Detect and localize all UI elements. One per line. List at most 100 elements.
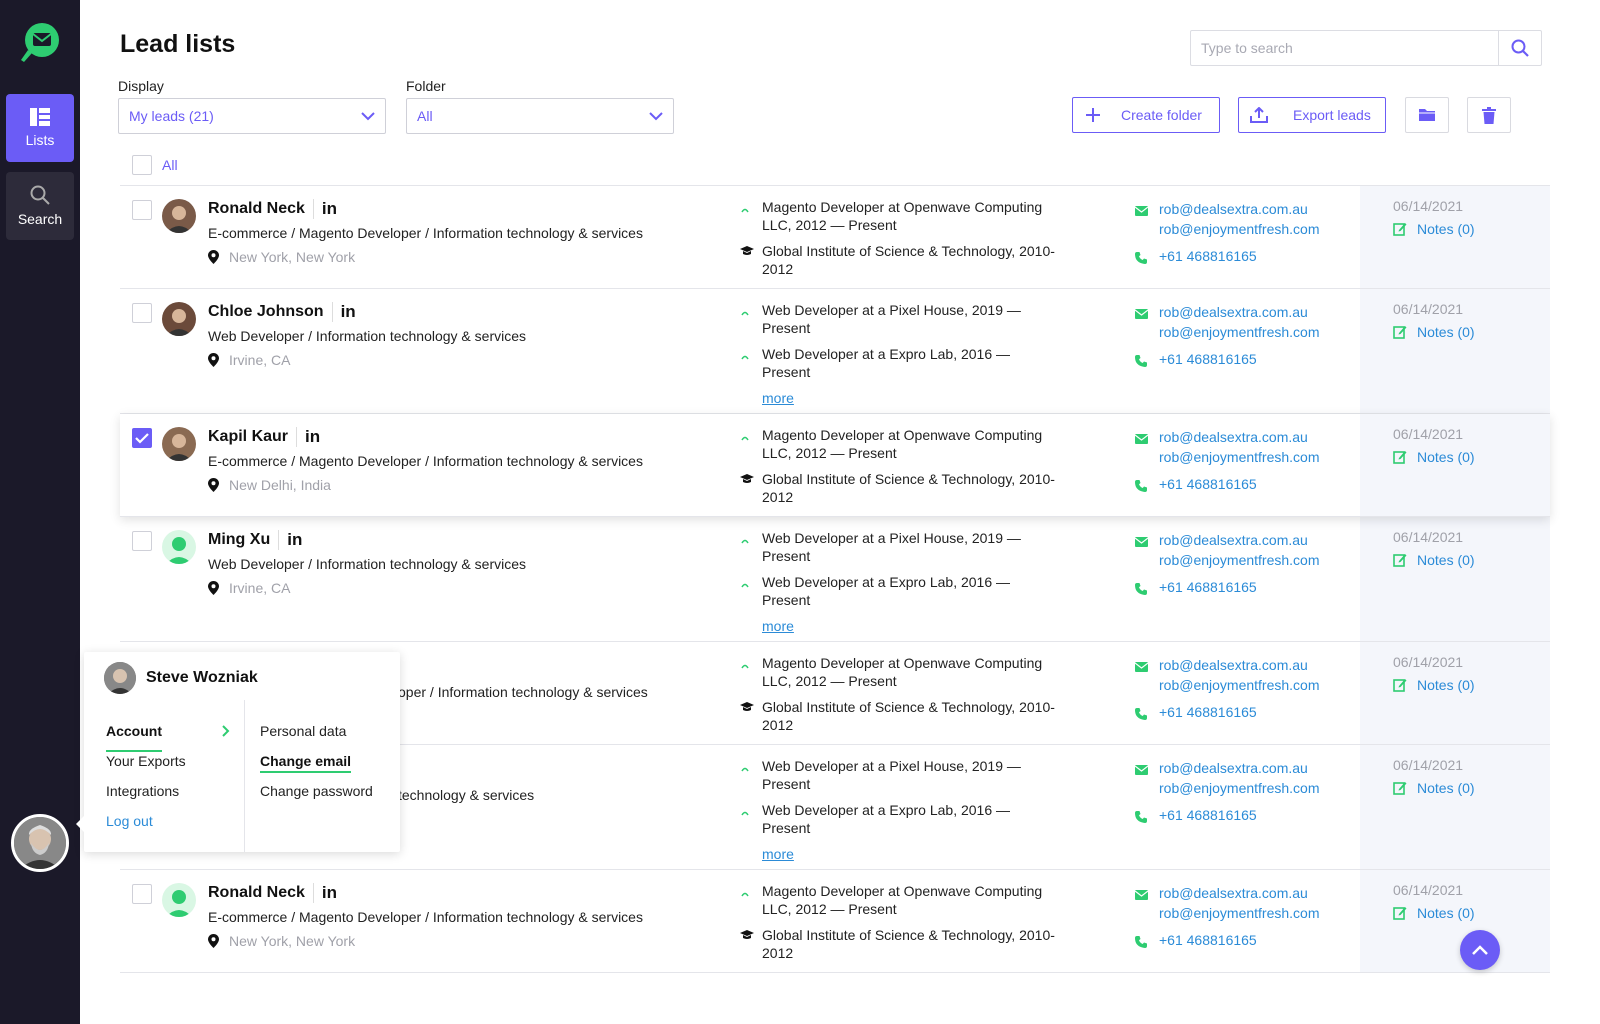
notes-link[interactable]: Notes (0) (1393, 449, 1475, 465)
scroll-to-top-button[interactable] (1460, 930, 1500, 970)
select-all-label[interactable]: All (162, 157, 178, 173)
menu-item-log-out[interactable]: Log out (106, 812, 230, 842)
more-link[interactable]: more (762, 618, 794, 634)
display-select[interactable]: My leads (21) (118, 98, 386, 134)
lead-contact: rob@dealsextra.com.au rob@enjoymentfresh.… (1134, 758, 1320, 825)
trash-icon (1482, 106, 1496, 124)
popup-caret (76, 816, 84, 832)
email-link[interactable]: rob@dealsextra.com.au (1159, 883, 1320, 903)
search-button[interactable] (1498, 31, 1541, 65)
lead-avatar (162, 302, 196, 336)
notes-link[interactable]: Notes (0) (1393, 552, 1475, 568)
experience-item: Web Developer at a Expro Lab, 2016 — Pre… (740, 345, 1060, 381)
lead-experience: Magento Developer at Openwave Computing … (740, 882, 1060, 970)
email-link[interactable]: rob@dealsextra.com.au (1159, 530, 1320, 550)
lead-name-row: Ming Xu in (208, 530, 302, 550)
notes-link[interactable]: Notes (0) (1393, 905, 1475, 921)
lead-date: 06/14/2021 (1393, 882, 1464, 898)
more-link[interactable]: more (762, 390, 794, 406)
export-leads-button[interactable]: Export leads (1238, 97, 1386, 133)
phone-link[interactable]: +61 468816165 (1159, 476, 1257, 492)
app-logo[interactable] (18, 20, 62, 64)
linkedin-icon[interactable]: in (312, 883, 337, 903)
move-to-folder-button[interactable] (1405, 97, 1449, 133)
email-link[interactable]: rob@enjoymentfresh.com (1159, 447, 1320, 467)
phone-link[interactable]: +61 468816165 (1159, 579, 1257, 595)
lead-checkbox[interactable] (132, 531, 152, 551)
lead-checkbox[interactable] (132, 428, 152, 448)
experience-text: Web Developer at a Pixel House, 2019 — P… (762, 758, 1021, 792)
email-link[interactable]: rob@enjoymentfresh.com (1159, 322, 1320, 342)
app-root: Lists Search Lead lists Type to search D… (0, 0, 1600, 1024)
job-icon (740, 346, 750, 364)
lead-name[interactable]: Ronald Neck (208, 200, 305, 218)
menu-item-account[interactable]: Account (106, 722, 230, 752)
email-link[interactable]: rob@enjoymentfresh.com (1159, 778, 1320, 798)
phone-link[interactable]: +61 468816165 (1159, 807, 1257, 823)
account-menu: Steve Wozniak Account Your Exports Integ… (76, 652, 400, 852)
lead-checkbox[interactable] (132, 884, 152, 904)
email-link[interactable]: rob@enjoymentfresh.com (1159, 550, 1320, 570)
delete-button[interactable] (1467, 97, 1511, 133)
more-link[interactable]: more (762, 846, 794, 862)
email-link[interactable]: rob@enjoymentfresh.com (1159, 675, 1320, 695)
lead-meta: 06/14/2021 Notes (0) (1360, 517, 1550, 641)
lead-row[interactable]: Ronald Neck in E-commerce / Magento Develo… (120, 186, 1550, 289)
email-link[interactable]: rob@dealsextra.com.au (1159, 199, 1320, 219)
phone-link[interactable]: +61 468816165 (1159, 248, 1257, 264)
search-input[interactable] (1191, 31, 1498, 65)
lead-row[interactable]: Kapil Kaur in E-commerce / Magento Develop… (120, 414, 1550, 517)
submenu-item-change-password[interactable]: Change password (260, 782, 373, 812)
lead-experience: Magento Developer at Openwave Computing … (740, 426, 1060, 514)
lead-name[interactable]: Kapil Kaur (208, 428, 288, 446)
linkedin-icon[interactable]: in (278, 530, 302, 550)
lead-location-text: Irvine, CA (229, 352, 291, 368)
lead-location-text: New Delhi, India (229, 477, 331, 493)
job-icon (740, 883, 750, 901)
email-link[interactable]: rob@dealsextra.com.au (1159, 758, 1320, 778)
email-link[interactable]: rob@enjoymentfresh.com (1159, 903, 1320, 923)
email-link[interactable]: rob@enjoymentfresh.com (1159, 219, 1320, 239)
create-folder-button[interactable]: Create folder (1072, 97, 1220, 133)
folder-select[interactable]: All (406, 98, 674, 134)
linkedin-icon[interactable]: in (312, 199, 337, 219)
lead-name[interactable]: Chloe Johnson (208, 303, 324, 321)
experience-text: Global Institute of Science & Technology… (762, 927, 1055, 961)
phone-icon (1135, 933, 1147, 953)
linkedin-icon[interactable]: in (296, 427, 320, 447)
phone-link[interactable]: +61 468816165 (1159, 704, 1257, 720)
lead-name[interactable]: Ming Xu (208, 531, 270, 549)
menu-item-your-exports[interactable]: Your Exports (106, 752, 230, 782)
select-all-checkbox[interactable] (132, 155, 152, 175)
lead-meta: 06/14/2021 Notes (0) (1360, 186, 1550, 288)
phone-link[interactable]: +61 468816165 (1159, 351, 1257, 367)
notes-link[interactable]: Notes (0) (1393, 221, 1475, 237)
linkedin-icon[interactable]: in (331, 302, 356, 322)
lead-checkbox[interactable] (132, 303, 152, 323)
submenu-item-personal-data[interactable]: Personal data (260, 722, 373, 752)
email-link[interactable]: rob@dealsextra.com.au (1159, 427, 1320, 447)
create-folder-label: Create folder (1121, 107, 1202, 123)
lead-location: New York, New York (208, 933, 355, 949)
lead-meta: 06/14/2021 Notes (0) (1360, 289, 1550, 413)
nav-lists[interactable]: Lists (6, 94, 74, 162)
chevron-up-icon (1472, 945, 1488, 955)
lead-row[interactable]: Chloe Johnson in Web Developer / Informati… (120, 289, 1550, 414)
lead-name[interactable]: Ronald Neck (208, 884, 305, 902)
job-icon (740, 758, 750, 776)
phone-link[interactable]: +61 468816165 (1159, 932, 1257, 948)
sidebar: Lists Search (0, 0, 80, 1024)
notes-link[interactable]: Notes (0) (1393, 780, 1475, 796)
email-link[interactable]: rob@dealsextra.com.au (1159, 655, 1320, 675)
submenu-item-change-email[interactable]: Change email (260, 752, 373, 782)
lead-row[interactable]: Ronald Neck in E-commerce / Magento Develo… (120, 870, 1550, 973)
user-avatar[interactable] (11, 814, 69, 872)
email-link[interactable]: rob@dealsextra.com.au (1159, 302, 1320, 322)
menu-item-integrations[interactable]: Integrations (106, 782, 230, 812)
lead-row[interactable]: Ming Xu in Web Developer / Information tec… (120, 517, 1550, 642)
experience-item: Global Institute of Science & Technology… (740, 470, 1060, 506)
lead-checkbox[interactable] (132, 200, 152, 220)
nav-search[interactable]: Search (6, 172, 74, 240)
notes-link[interactable]: Notes (0) (1393, 677, 1475, 693)
notes-link[interactable]: Notes (0) (1393, 324, 1475, 340)
